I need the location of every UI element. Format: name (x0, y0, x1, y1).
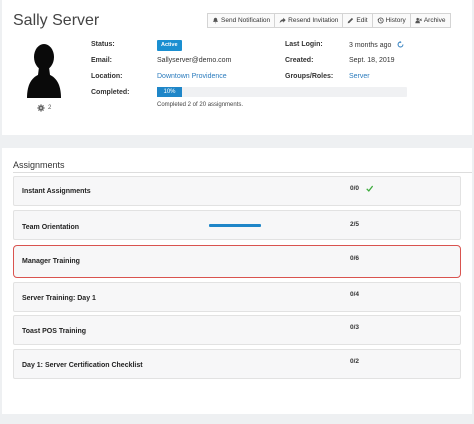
completion-progress-bar: 10% (157, 87, 407, 97)
assignment-count: 0/2 (350, 358, 360, 365)
assignments-divider (13, 172, 472, 173)
avatar-silhouette-icon (27, 44, 61, 98)
email-value: Sallyserver@demo.com (157, 57, 232, 64)
assignment-count: 0/4 (350, 291, 360, 298)
completion-note: Completed 2 of 20 assignments. (157, 102, 244, 108)
groups-roles-label: Groups/Roles: (285, 73, 334, 80)
resend-invitation-button[interactable]: Resend Invitation (274, 13, 344, 28)
resend-invitation-label: Resend Invitation (288, 17, 339, 24)
history-label: History (385, 17, 406, 24)
assignment-label: Server Training: Day 1 (22, 295, 96, 302)
archive-button[interactable]: Archive (409, 13, 451, 28)
assignment-label: Instant Assignments (22, 188, 91, 195)
archive-label: Archive (423, 17, 446, 24)
assignment-label: Toast POS Training (22, 328, 87, 335)
pencil-icon (348, 17, 354, 24)
completion-progress-fill: 10% (157, 87, 182, 97)
created-label: Created: (285, 57, 314, 64)
send-notification-button[interactable]: Send Notification (207, 13, 276, 28)
assignment-count: 0/0 (350, 185, 360, 192)
status-badge: Active (157, 40, 182, 51)
edit-button[interactable]: Edit (342, 13, 373, 28)
location-link[interactable]: Downtown Providence (157, 73, 227, 80)
status-label: Status: (91, 41, 115, 48)
assignment-label: Day 1: Server Certification Checklist (22, 362, 143, 369)
completed-label: Completed: (91, 89, 130, 96)
last-login-row: 3 months ago (349, 41, 404, 49)
email-label: Email: (91, 57, 113, 64)
history-button[interactable]: History (371, 13, 411, 28)
created-value: Sept. 18, 2019 (349, 57, 395, 64)
gear-counter: 2 (37, 104, 51, 112)
last-login-value: 3 months ago (349, 42, 392, 49)
assignment-row-server-certification-checklist[interactable]: Day 1: Server Certification Checklist 0/… (13, 349, 461, 379)
profile-toolbar: Send Notification Resend Invitation Edit… (207, 13, 451, 28)
gear-count: 2 (48, 105, 52, 111)
gear-icon (37, 104, 45, 112)
assignment-count: 0/6 (350, 255, 360, 262)
assignment-label: Manager Training (22, 258, 80, 265)
assignment-label: Team Orientation (22, 224, 80, 231)
groups-roles-link[interactable]: Server (349, 73, 370, 80)
last-login-label: Last Login: (285, 41, 323, 48)
assignments-title: Assignments (13, 160, 65, 170)
bell-icon (213, 17, 218, 24)
share-icon (279, 17, 286, 24)
profile-card: Sally Server Send Notification Resend In… (2, 0, 472, 135)
checkmark-icon (366, 185, 373, 192)
loading-indicator (209, 224, 261, 227)
refresh-icon[interactable] (397, 41, 404, 48)
assignment-count: 0/3 (350, 324, 360, 331)
assignment-row-team-orientation[interactable]: Team Orientation 2/5 (13, 210, 461, 240)
edit-label: Edit (356, 17, 368, 24)
assignment-row-instant-assignments[interactable]: Instant Assignments 0/0 (13, 176, 461, 206)
assignments-card: Assignments Instant Assignments 0/0 Team… (2, 148, 472, 414)
history-icon (376, 17, 384, 24)
location-label: Location: (91, 73, 123, 80)
assignment-row-toast-pos-training[interactable]: Toast POS Training 0/3 (13, 315, 461, 345)
assignment-count: 2/5 (350, 221, 360, 228)
assignment-row-server-training-day-1[interactable]: Server Training: Day 1 0/4 (13, 282, 461, 312)
archive-user-icon (415, 17, 422, 24)
user-name: Sally Server (13, 12, 100, 29)
assignment-row-manager-training[interactable]: Manager Training 0/6 (13, 245, 461, 278)
send-notification-label: Send Notification (221, 17, 271, 24)
